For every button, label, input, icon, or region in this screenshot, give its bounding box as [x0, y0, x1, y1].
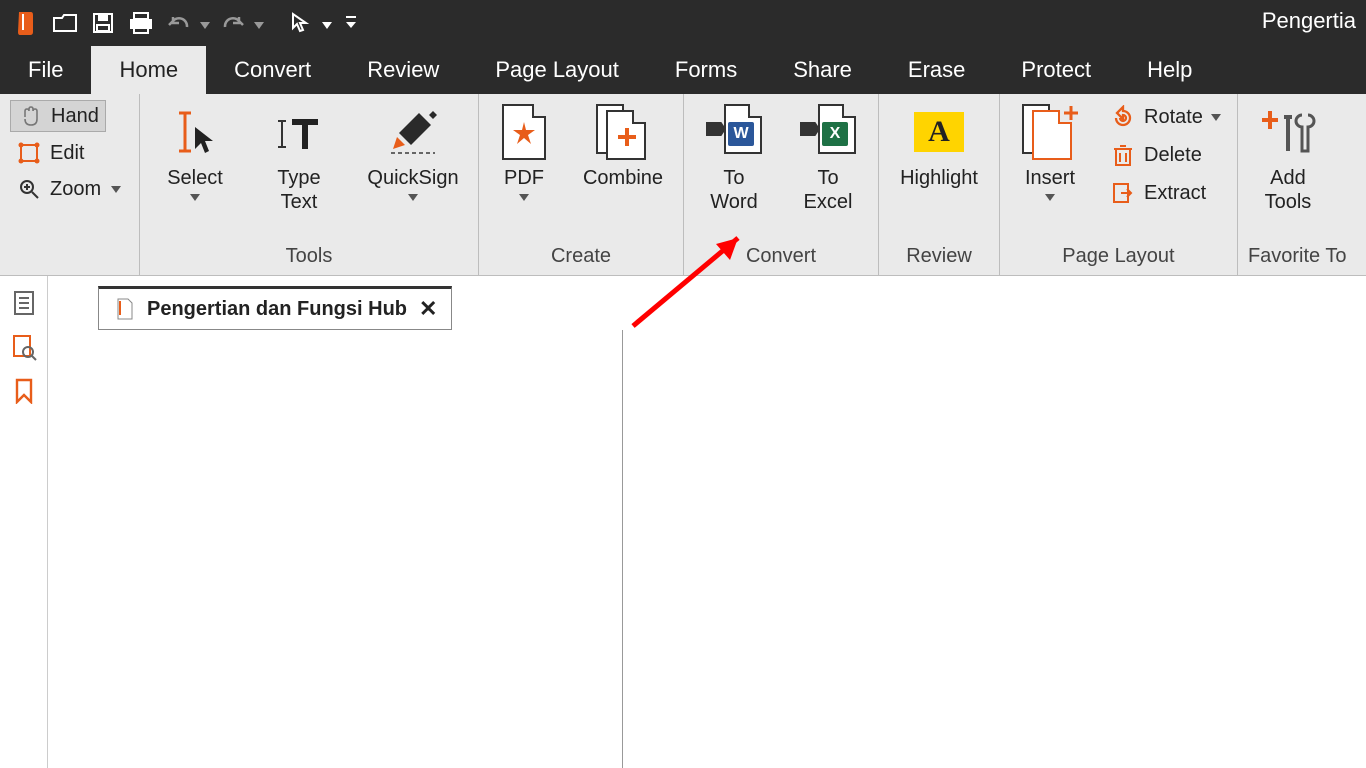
close-tab-icon[interactable]: ✕	[419, 296, 437, 322]
menu-erase[interactable]: Erase	[880, 46, 993, 94]
to-excel-label: To Excel	[804, 166, 853, 214]
quicksign-button[interactable]: QuickSign	[358, 100, 468, 205]
cursor-mode-dropdown-icon[interactable]	[322, 18, 332, 29]
chevron-down-icon	[1211, 114, 1221, 121]
menu-forms[interactable]: Forms	[647, 46, 765, 94]
redo-dropdown-icon[interactable]	[254, 18, 264, 29]
insert-page-icon	[1022, 104, 1078, 160]
to-word-button[interactable]: W To Word	[694, 100, 774, 218]
document-page[interactable]	[98, 330, 623, 768]
document-tabstrip: Pengertian dan Fungsi Hub ✕	[98, 286, 452, 330]
create-pdf-icon	[496, 104, 552, 160]
pdf-file-icon	[113, 298, 135, 320]
highlight-label: Highlight	[900, 166, 978, 190]
select-label: Select	[167, 166, 223, 190]
group-title-review: Review	[889, 245, 989, 273]
edit-icon	[16, 140, 42, 166]
ribbon: Hand Edit Zoom	[0, 94, 1366, 276]
titlebar: Pengertia	[0, 0, 1366, 46]
hand-tool-label: Hand	[51, 105, 99, 128]
menubar: File Home Convert Review Page Layout For…	[0, 46, 1366, 94]
menu-share[interactable]: Share	[765, 46, 880, 94]
extract-button[interactable]: Extract	[1104, 178, 1227, 208]
hand-tool-button[interactable]: Hand	[10, 100, 106, 132]
redo-icon[interactable]	[216, 6, 250, 40]
bookmarks-panel-icon[interactable]	[9, 376, 39, 406]
search-panel-icon[interactable]	[9, 332, 39, 362]
group-title-page-layout: Page Layout	[1010, 245, 1227, 273]
to-excel-icon: X	[800, 104, 856, 160]
to-word-label: To Word	[710, 166, 757, 214]
workspace: Pengertian dan Fungsi Hub ✕	[0, 276, 1366, 768]
app-logo-icon	[10, 6, 44, 40]
cursor-mode-icon[interactable]	[284, 6, 318, 40]
delete-button[interactable]: Delete	[1104, 140, 1227, 170]
undo-dropdown-icon[interactable]	[200, 18, 210, 29]
menu-review[interactable]: Review	[339, 46, 467, 94]
select-icon	[167, 104, 223, 160]
highlight-button[interactable]: A Highlight	[889, 100, 989, 194]
group-title-convert: Convert	[694, 245, 868, 273]
type-text-icon	[271, 104, 327, 160]
menu-help[interactable]: Help	[1119, 46, 1220, 94]
menu-file[interactable]: File	[0, 46, 91, 94]
document-area: Pengertian dan Fungsi Hub ✕	[48, 276, 1366, 768]
rotate-label: Rotate	[1144, 106, 1203, 129]
save-icon[interactable]	[86, 6, 120, 40]
quicksign-label: QuickSign	[367, 166, 458, 190]
group-title-create: Create	[489, 245, 673, 273]
insert-label: Insert	[1025, 166, 1075, 190]
chevron-down-icon	[111, 186, 121, 193]
open-icon[interactable]	[48, 6, 82, 40]
insert-button[interactable]: Insert	[1010, 100, 1090, 205]
window-title: Pengertia	[1262, 8, 1356, 34]
edit-tool-label: Edit	[50, 142, 84, 165]
group-title-tools: Tools	[150, 245, 468, 273]
extract-label: Extract	[1144, 182, 1206, 205]
document-tab[interactable]: Pengertian dan Fungsi Hub ✕	[98, 286, 452, 330]
chevron-down-icon	[190, 194, 200, 201]
type-text-button[interactable]: Type Text	[254, 100, 344, 218]
zoom-tool-button[interactable]: Zoom	[10, 174, 127, 204]
trash-icon	[1110, 142, 1136, 168]
highlight-icon: A	[911, 104, 967, 160]
menu-home[interactable]: Home	[91, 46, 206, 94]
to-word-icon: W	[706, 104, 762, 160]
combine-button[interactable]: Combine	[573, 100, 673, 194]
undo-icon[interactable]	[162, 6, 196, 40]
rotate-button[interactable]: Rotate	[1104, 102, 1227, 132]
edit-tool-button[interactable]: Edit	[10, 138, 90, 168]
chevron-down-icon	[519, 194, 529, 201]
quicksign-icon	[385, 104, 441, 160]
document-tab-title: Pengertian dan Fungsi Hub	[147, 298, 407, 321]
print-icon[interactable]	[124, 6, 158, 40]
add-tools-label: Add Tools	[1265, 166, 1312, 214]
delete-label: Delete	[1144, 144, 1202, 167]
to-excel-button[interactable]: X To Excel	[788, 100, 868, 218]
pages-panel-icon[interactable]	[9, 288, 39, 318]
quickaccess-more-icon[interactable]	[346, 16, 356, 30]
combine-icon	[595, 104, 651, 160]
extract-icon	[1110, 180, 1136, 206]
side-panel	[0, 276, 48, 768]
add-tools-button[interactable]: Add Tools	[1248, 100, 1328, 218]
menu-convert[interactable]: Convert	[206, 46, 339, 94]
chevron-down-icon	[408, 194, 418, 201]
menu-page-layout[interactable]: Page Layout	[467, 46, 647, 94]
chevron-down-icon	[1045, 194, 1055, 201]
type-text-label: Type Text	[277, 166, 320, 214]
combine-label: Combine	[583, 166, 663, 190]
create-pdf-button[interactable]: PDF	[489, 100, 559, 205]
menu-protect[interactable]: Protect	[993, 46, 1119, 94]
group-title-favorite: Favorite To	[1248, 245, 1347, 273]
hand-icon	[17, 103, 43, 129]
create-pdf-label: PDF	[504, 166, 544, 190]
zoom-tool-label: Zoom	[50, 178, 101, 201]
add-tools-icon	[1260, 104, 1316, 160]
zoom-icon	[16, 176, 42, 202]
rotate-icon	[1110, 104, 1136, 130]
select-button[interactable]: Select	[150, 100, 240, 205]
